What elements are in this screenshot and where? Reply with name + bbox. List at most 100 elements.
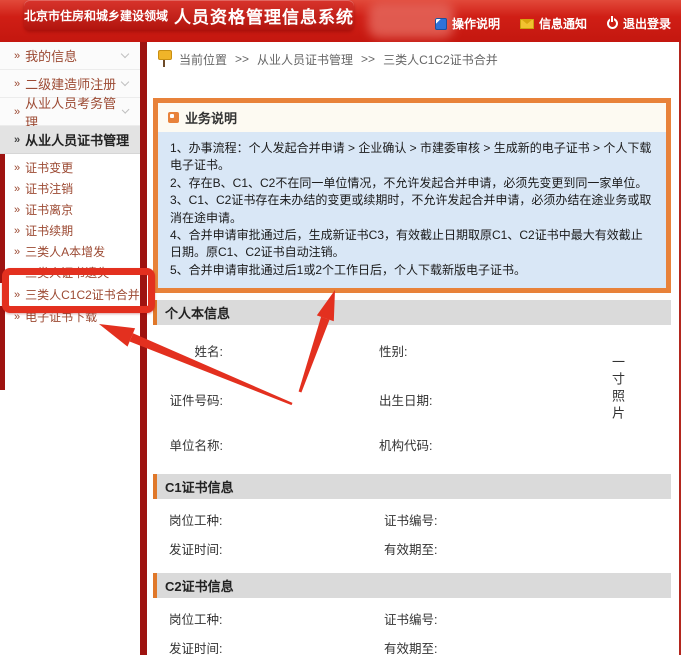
app-window: 北京市住房和城乡建设领域 人员资格管理信息系统 操作说明 信息通知 退出登录 »	[0, 0, 681, 655]
sidebar-item-label: 我的信息	[25, 49, 78, 64]
sidebar-item-cert-renewal[interactable]: » 证书续期	[0, 220, 140, 241]
notifications-label: 信息通知	[538, 17, 587, 31]
operation-guide-label: 操作说明	[451, 17, 500, 31]
notice-line: 1、办事流程：个人发起合并申请 > 企业确认 > 市建委审核 > 生成新的电子证…	[170, 141, 652, 173]
business-notice-header: 业务说明	[158, 103, 666, 132]
sidebar-item-label: 三类人C1C2证书合并	[25, 288, 140, 302]
sidebar-item-type3-c1c2-merge[interactable]: » 三类人C1C2证书合并	[0, 283, 140, 306]
sidebar-item-label: 三类人A本增发	[25, 245, 106, 259]
guillemet-icon: »	[14, 182, 21, 195]
form-row: 证件号码: 出生日期:	[147, 390, 671, 409]
personal-info-section-bar: 个人本信息	[153, 300, 671, 326]
guillemet-icon: »	[14, 105, 21, 118]
breadcrumb-level2-current: 三类人C1C2证书合并	[383, 52, 498, 67]
guillemet-icon: »	[14, 49, 21, 62]
sidebar-item-exam-management[interactable]: » 从业人员考务管理	[0, 96, 140, 130]
guillemet-icon: »	[14, 203, 21, 216]
business-notice-box: 业务说明 1、办事流程：个人发起合并申请 > 企业确认 > 市建委审核 > 生成…	[153, 98, 671, 294]
notice-line: 4、合并申请审批通过后，生成新证书C3，有效截止日期取原C1、C2证书中最大有效…	[170, 227, 643, 260]
personal-info-title: 个人本信息	[165, 306, 231, 322]
form-row: 发证时间: 有效期至:	[147, 633, 679, 655]
app-title: 人员资格管理信息系统	[174, 7, 355, 27]
sidebar-item-ecert-download[interactable]: » 电子证书下载	[0, 306, 140, 327]
app-title-plate: 北京市住房和城乡建设领域 人员资格管理信息系统	[24, 0, 354, 30]
guillemet-icon: »	[14, 288, 21, 301]
sidebar-item-cert-change[interactable]: » 证书变更	[0, 157, 140, 178]
sidebar-item-label: 电子证书下载	[25, 310, 98, 324]
sidebar-item-certificate-management[interactable]: » 从业人员证书管理	[0, 126, 140, 154]
form-row: 姓名: 性别:	[147, 341, 671, 360]
personal-info-form: 姓名: 性别: 证件号码: 出生日期: 单位名称: 机构代码: 一寸照片	[147, 341, 679, 467]
sidebar-item-label: 证书变更	[25, 161, 74, 175]
content-panel: 当前位置 >> 从业人员证书管理 >> 三类人C1C2证书合并 业务说明 1、办…	[147, 42, 681, 655]
name-label: 姓名:	[194, 345, 223, 360]
signpost-icon	[157, 50, 172, 68]
notifications-link[interactable]: 信息通知	[519, 15, 587, 32]
business-notice-title: 业务说明	[185, 111, 238, 126]
chevron-down-icon	[121, 105, 130, 115]
manual-icon	[434, 17, 447, 30]
breadcrumb-prefix: 当前位置	[179, 52, 228, 67]
sidebar-nav: » 我的信息 » 二级建造师注册 » 从业人员考务管理 » 从业人员证书管理 »…	[0, 42, 147, 655]
notice-line: 3、C1、C2证书存在未办结的变更或续期时，不允许发起合并申请，必须办结在途业务…	[170, 193, 652, 225]
logout-link[interactable]: 退出登录	[606, 15, 671, 32]
sidebar-item-label: 证书离京	[25, 203, 74, 217]
c2-section-title: C2证书信息	[165, 579, 234, 595]
notice-line: 2、存在B、C1、C2不在同一单位情况，不允许发起合并申请，必须先变更到同一家单…	[170, 175, 648, 190]
power-icon	[606, 18, 618, 29]
breadcrumb: 当前位置 >> 从业人员证书管理 >> 三类人C1C2证书合并	[147, 42, 679, 74]
operation-guide-link[interactable]: 操作说明	[434, 15, 500, 32]
photo-placeholder: 一寸照片	[610, 355, 625, 424]
guillemet-icon: »	[14, 310, 21, 323]
c1-job-type-label: 岗位工种:	[169, 514, 223, 529]
notice-icon	[168, 112, 179, 123]
mail-icon	[519, 18, 534, 29]
sidebar-item-cert-cancel[interactable]: » 证书注销	[0, 178, 140, 199]
app-title-prefix: 北京市住房和城乡建设领域	[24, 8, 169, 23]
sidebar-item-label: 三类人证书遗失	[25, 266, 110, 280]
main-layout: » 我的信息 » 二级建造师注册 » 从业人员考务管理 » 从业人员证书管理 »…	[0, 42, 681, 655]
sidebar-item-label: 从业人员考务管理	[25, 95, 117, 130]
sidebar-item-my-info[interactable]: » 我的信息	[0, 42, 140, 70]
birth-date-label: 出生日期:	[379, 394, 433, 409]
chevron-down-icon	[120, 77, 130, 87]
sidebar-item-cert-leave-beijing[interactable]: » 证书离京	[0, 199, 140, 220]
guillemet-icon: »	[14, 77, 21, 90]
c2-issue-date-label: 发证时间:	[169, 642, 223, 655]
c1-issue-date-label: 发证时间:	[169, 543, 223, 558]
guillemet-icon: »	[14, 224, 21, 237]
guillemet-icon: »	[14, 266, 21, 279]
guillemet-icon: »	[14, 245, 21, 258]
breadcrumb-separator: >>	[235, 52, 250, 66]
gender-label: 性别:	[379, 345, 408, 360]
form-row: 岗位工种: 证书编号:	[147, 505, 679, 534]
header-links: 操作说明 信息通知 退出登录	[434, 15, 671, 32]
sidebar-item-label: 二级建造师注册	[25, 77, 117, 92]
c2-valid-until-label: 有效期至:	[384, 642, 438, 655]
sidebar-item-label: 证书续期	[25, 224, 74, 238]
c1-valid-until-label: 有效期至:	[384, 543, 438, 558]
sidebar-item-type3-a-issue[interactable]: » 三类人A本增发	[0, 241, 140, 262]
business-notice-body: 1、办事流程：个人发起合并申请 > 企业确认 > 市建委审核 > 生成新的电子证…	[158, 132, 666, 289]
chevron-down-icon	[120, 49, 130, 59]
breadcrumb-level1[interactable]: 从业人员证书管理	[257, 51, 353, 68]
company-name-label: 单位名称:	[169, 439, 223, 454]
guillemet-icon: »	[14, 161, 21, 174]
guillemet-icon: »	[14, 133, 21, 146]
id-number-label: 证件号码:	[169, 394, 223, 409]
c2-job-type-label: 岗位工种:	[169, 613, 223, 628]
notice-line: 5、合并申请审批通过后1或2个工作日后，个人下载新版电子证书。	[170, 262, 527, 277]
c2-cert-number-label: 证书编号:	[384, 613, 438, 628]
form-row: 岗位工种: 证书编号:	[147, 604, 679, 633]
form-row: 单位名称: 机构代码:	[147, 435, 671, 454]
sidebar-item-label: 从业人员证书管理	[25, 133, 130, 148]
form-row: 发证时间: 有效期至:	[147, 534, 679, 563]
app-header: 北京市住房和城乡建设领域 人员资格管理信息系统 操作说明 信息通知 退出登录	[0, 0, 681, 42]
c1-section-bar: C1证书信息	[153, 474, 671, 500]
breadcrumb-separator: >>	[361, 52, 376, 66]
c1-cert-number-label: 证书编号:	[384, 514, 438, 529]
logout-label: 退出登录	[622, 17, 671, 31]
c1-section-title: C1证书信息	[165, 480, 234, 496]
sidebar-item-type3-cert-lost[interactable]: » 三类人证书遗失	[0, 262, 140, 283]
org-code-label: 机构代码:	[379, 439, 433, 454]
